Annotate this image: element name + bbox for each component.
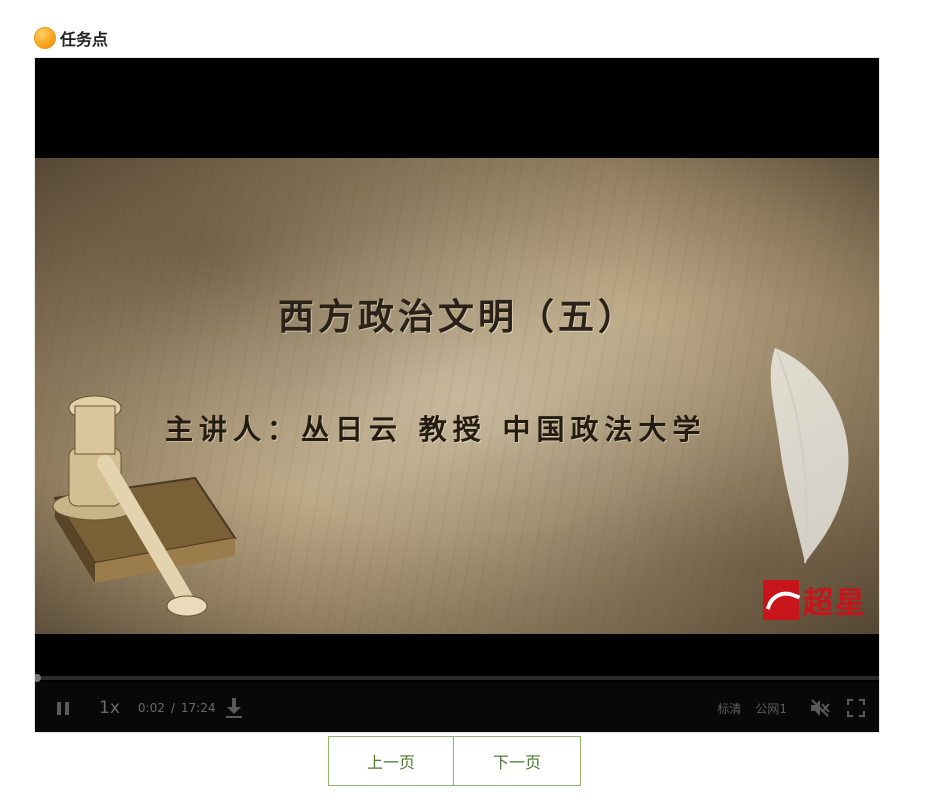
quality-button[interactable]: 标清: [717, 700, 741, 717]
network-line-button[interactable]: 公网1: [755, 700, 787, 717]
slide-title: 西方政治文明（五）: [277, 296, 638, 338]
pager: 上一页 下一页: [328, 736, 581, 786]
mute-icon[interactable]: [809, 697, 831, 719]
pause-icon-bar: [65, 701, 69, 715]
pause-button[interactable]: [53, 698, 73, 718]
control-bar: 1x 0:02 / 17:24 标清 公网1: [35, 682, 879, 732]
download-icon[interactable]: [225, 697, 243, 719]
brand-text: 超星: [803, 586, 867, 621]
brand-logo: 超星: [763, 578, 867, 622]
pause-icon-bar: [57, 701, 61, 715]
feather-illustration: [770, 348, 849, 564]
brand-mark-icon: [763, 580, 799, 620]
progress-bar[interactable]: [35, 674, 879, 682]
video-player[interactable]: 西方政治文明（五） 主讲人：丛日云 教授 中国政法大学 超星 1x 0:02 /…: [34, 57, 880, 733]
slide-subtitle: 主讲人：丛日云 教授 中国政法大学: [165, 413, 707, 446]
task-status-icon: [34, 27, 56, 49]
next-page-button[interactable]: 下一页: [454, 736, 581, 786]
task-header: 任务点: [34, 26, 108, 50]
current-time: 0:02: [137, 701, 165, 715]
task-title: 任务点: [60, 30, 109, 49]
video-frame[interactable]: 西方政治文明（五） 主讲人：丛日云 教授 中国政法大学 超星: [35, 158, 879, 634]
time-separator: /: [170, 701, 175, 715]
total-time: 17:24: [180, 701, 216, 715]
prev-page-button[interactable]: 上一页: [328, 736, 454, 786]
fullscreen-icon[interactable]: [847, 699, 865, 717]
progress-handle[interactable]: [35, 674, 41, 682]
playback-speed-button[interactable]: 1x: [99, 698, 120, 718]
